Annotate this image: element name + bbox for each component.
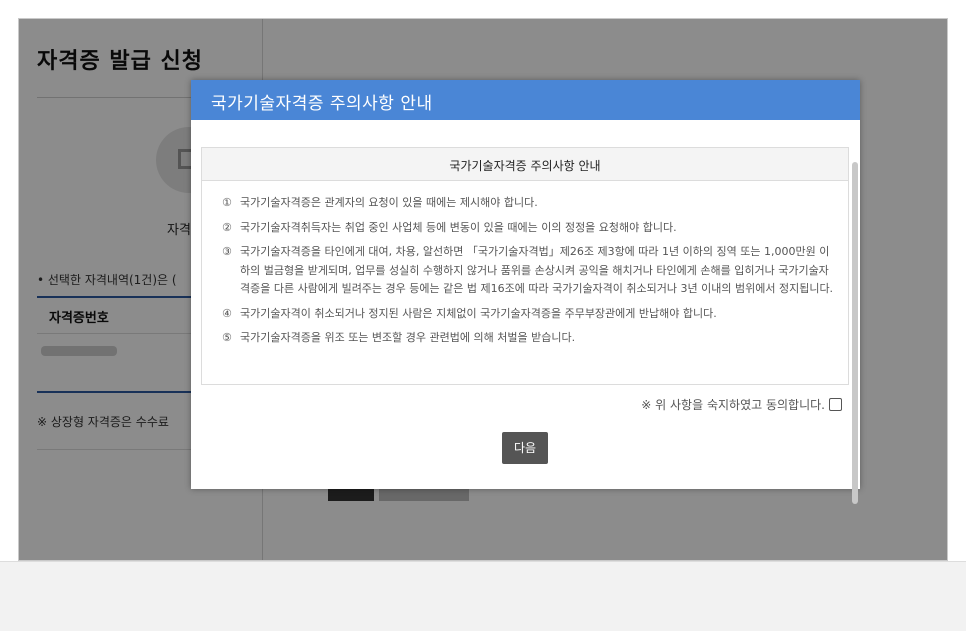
next-button[interactable]: 다음 — [502, 432, 548, 464]
modal-title: 국가기술자격증 주의사항 안내 — [211, 94, 433, 114]
list-item: ② 국가기술자격취득자는 취업 중인 사업체 등에 변동이 있을 때에는 이의 정… — [222, 219, 834, 238]
item-number: ② — [222, 220, 232, 234]
list-item: ⑤ 국가기술자격증을 위조 또는 변조할 경우 관련법에 의해 처벌을 받습니다. — [222, 329, 834, 348]
notice-list: ① 국가기술자격증은 관계자의 요청이 있을 때에는 제시해야 합니다. ② 국가기… — [222, 194, 834, 354]
item-number: ④ — [222, 306, 232, 320]
item-text: 국가기술자격증은 관계자의 요청이 있을 때에는 제시해야 합니다. — [240, 196, 538, 209]
item-text: 국가기술자격취득자는 취업 중인 사업체 등에 변동이 있을 때에는 이의 정정… — [240, 220, 677, 234]
list-item: ① 국가기술자격증은 관계자의 요청이 있을 때에는 제시해야 합니다. — [222, 194, 834, 213]
list-item: ③ 국가기술자격증을 타인에게 대여, 차용, 알선하면 「국가기술자격법」제26… — [222, 243, 834, 299]
modal-header: 국가기술자격증 주의사항 안내 — [191, 80, 860, 120]
agree-row: ※ 위 사항을 숙지하였고 동의합니다. — [641, 396, 842, 414]
modal-scrollbar[interactable] — [852, 162, 858, 504]
notice-modal: 국가기술자격증 주의사항 안내 국가기술자격증 주의사항 안내 ① 국가기술자격증… — [191, 80, 860, 504]
item-text: 국가기술자격이 취소되거나 정지된 사람은 지체없이 국가기술자격증을 주무부장… — [240, 306, 717, 320]
notice-box: 국가기술자격증 주의사항 안내 ① 국가기술자격증은 관계자의 요청이 있을 때에… — [201, 147, 849, 385]
list-item: ④ 국가기술자격이 취소되거나 정지된 사람은 지체없이 국가기술자격증을 주무부… — [222, 305, 834, 324]
item-text: 국가기술자격증을 타인에게 대여, 차용, 알선하면 「국가기술자격법」제26조… — [240, 245, 834, 295]
modal-body: 국가기술자격증 주의사항 안내 ① 국가기술자격증은 관계자의 요청이 있을 때에… — [191, 120, 860, 504]
notice-box-header: 국가기술자격증 주의사항 안내 — [202, 148, 848, 181]
bottom-background — [0, 561, 966, 631]
notice-box-title: 국가기술자격증 주의사항 안내 — [449, 159, 601, 173]
agree-label: ※ 위 사항을 숙지하였고 동의합니다. — [641, 398, 825, 412]
item-number: ③ — [222, 245, 232, 258]
item-number: ① — [222, 196, 232, 209]
agree-checkbox[interactable] — [829, 398, 842, 411]
item-text: 국가기술자격증을 위조 또는 변조할 경우 관련법에 의해 처벌을 받습니다. — [240, 331, 576, 344]
photo-frame: 자격증 발급 신청 자격 • 선택한 자격내역(1건)은 ( 자격증번호 ※ 상… — [0, 0, 966, 631]
item-number: ⑤ — [222, 331, 232, 344]
